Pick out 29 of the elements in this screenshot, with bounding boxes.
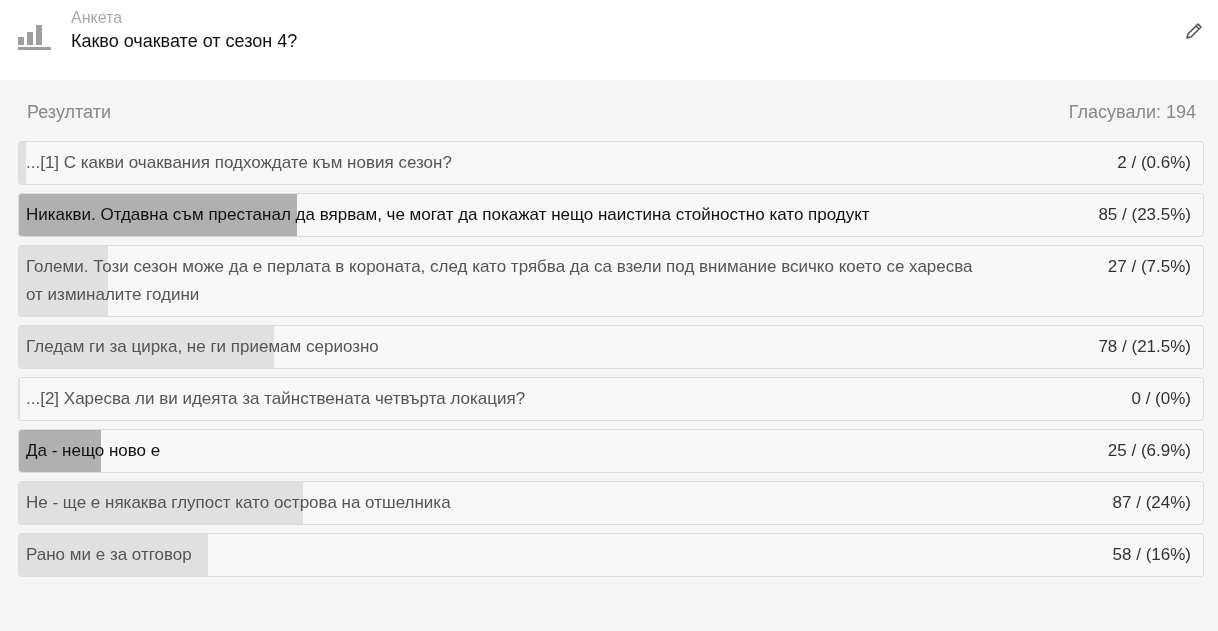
option-text: Рано ми е за отговор (26, 544, 193, 566)
poll-option[interactable]: Да - нещо ново е 25 / (6.9%) (18, 429, 1204, 473)
option-count: 85 / (23.5%) (1098, 204, 1191, 226)
option-count: 2 / (0.6%) (1117, 152, 1191, 174)
poll-option[interactable]: Не - ще е някаква глупост като острова на отшелника 87 / (24%) (18, 481, 1204, 525)
poll-option[interactable]: Големи. Този сезон може да е перлата в короната, след като трябва да са взели под внимание всичко което се харесва от изминалите години 27 / (7.5%) (18, 245, 1204, 317)
vote-count: Гласували: 194 (1068, 102, 1196, 123)
poll-option[interactable]: Никакви. Отдавна съм престанал да вярвам, че могат да покажат нещо наистина стойностно като продукт 85 / (23.5%) (18, 193, 1204, 237)
option-text: Не - ще е някаква глупост като острова на отшелника (26, 492, 452, 514)
poll-option[interactable]: Рано ми е за отговор 58 / (16%) (18, 533, 1204, 577)
poll-label: Анкета (71, 9, 124, 27)
option-text: ...[2] Харесва ли ви идеята за тайнствената четвърта локация? (26, 388, 527, 410)
poll-option[interactable]: Гледам ги за цирка, не ги приемам сериозно 78 / (21.5%) (18, 325, 1204, 369)
poll-option[interactable]: ...[1] С какви очаквания подхождате към новия сезон? 2 / (0.6%) (18, 141, 1204, 185)
option-text: Да - нещо ново е (26, 440, 162, 462)
option-count: 78 / (21.5%) (1098, 336, 1191, 358)
option-count: 25 / (6.9%) (1107, 440, 1191, 462)
results-heading: Резултати (26, 102, 111, 123)
option-text: Гледам ги за цирка, не ги приемам сериозно (26, 336, 380, 358)
option-count: 27 / (7.5%) (1107, 256, 1191, 278)
poll-option[interactable]: ...[2] Харесва ли ви идеята за тайнствената четвърта локация? 0 / (0%) (18, 377, 1204, 421)
option-count: 0 / (0%) (1131, 388, 1191, 410)
edit-button[interactable] (1184, 21, 1204, 41)
option-text: Големи. Този сезон може да е перлата в короната, след като трябва да са взели под внимание всичко което се харесва от изминалите години (26, 256, 974, 306)
poll-title: Какво очаквате от сезон 4? (71, 31, 299, 52)
option-count: 87 / (24%) (1112, 492, 1191, 514)
option-count: 58 / (16%) (1112, 544, 1191, 566)
option-text: Никакви. Отдавна съм престанал да вярвам, че могат да покажат нещо наистина стойностно като продукт (26, 204, 871, 226)
option-text: ...[1] С какви очаквания подхождате към новия сезон? (26, 152, 453, 174)
